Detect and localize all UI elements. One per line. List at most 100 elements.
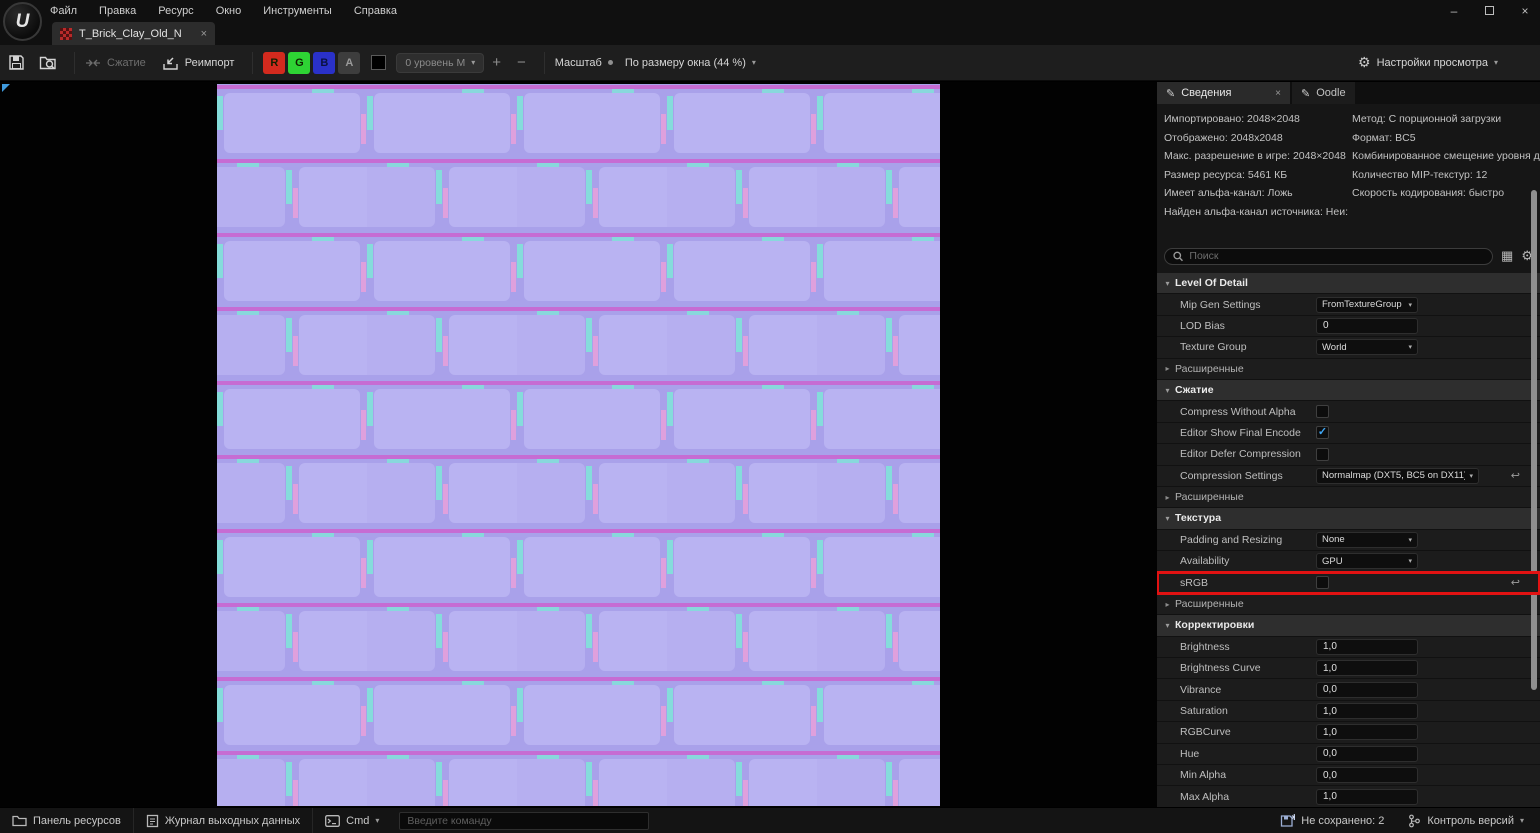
- advanced-row[interactable]: ▸Расширенные: [1157, 594, 1540, 615]
- view-settings-dropdown[interactable]: ⚙ Настройки просмотра ▾: [1358, 54, 1498, 71]
- search-box[interactable]: [1164, 248, 1493, 265]
- chevron-down-icon: ▾: [1160, 279, 1175, 288]
- advanced-label: Расширенные: [1175, 491, 1244, 503]
- unreal-logo-icon[interactable]: U: [3, 2, 42, 41]
- hue-input[interactable]: 0,0: [1316, 746, 1418, 762]
- rgbcurve-input[interactable]: 1,0: [1316, 724, 1418, 740]
- tab-close-icon[interactable]: ×: [201, 28, 207, 40]
- output-log-icon: [146, 814, 159, 828]
- compress-without-alpha-checkbox[interactable]: [1316, 405, 1329, 418]
- saturation-input[interactable]: 1,0: [1316, 703, 1418, 719]
- mip-minus-button[interactable]: −: [509, 54, 534, 71]
- save-button[interactable]: [0, 54, 32, 71]
- brightness-input[interactable]: 1,0: [1316, 639, 1418, 655]
- info-line: Имеет альфа-канал: Ложь: [1164, 184, 1352, 203]
- tab-oodle[interactable]: ✎ Oodle: [1292, 82, 1355, 104]
- category-level-of-detail[interactable]: ▾Level Of Detail: [1157, 273, 1540, 294]
- property-label: Compress Without Alpha: [1157, 406, 1316, 418]
- fit-dropdown[interactable]: По размеру окна (44 %) ▾: [625, 57, 756, 69]
- channel-b-button[interactable]: B: [313, 52, 335, 74]
- compress-button[interactable]: Сжатие: [85, 56, 146, 70]
- tab-details[interactable]: ✎ Сведения ×: [1157, 82, 1290, 104]
- advanced-row[interactable]: ▸Расширенные: [1157, 359, 1540, 380]
- property-row-srgb: sRGB↩: [1157, 572, 1540, 593]
- advanced-row[interactable]: ▸Расширенные: [1157, 487, 1540, 508]
- property-label: Editor Show Final Encode: [1157, 427, 1316, 439]
- mip-level-dropdown[interactable]: 0 уровень М ▾: [396, 53, 484, 73]
- texture-viewport[interactable]: [0, 82, 1157, 807]
- menu-item-row[interactable]: Окно: [216, 5, 242, 17]
- search-input[interactable]: [1189, 250, 1484, 262]
- channel-a-button[interactable]: A: [338, 52, 360, 74]
- srgb-reset-button[interactable]: ↩: [1511, 576, 1520, 589]
- menu-item-row[interactable]: Инструменты: [263, 5, 332, 17]
- menu-item-row[interactable]: Правка: [99, 5, 136, 17]
- channel-r-button[interactable]: R: [263, 52, 285, 74]
- chevron-right-icon: ▸: [1160, 493, 1175, 502]
- chevron-down-icon: ▾: [1494, 58, 1498, 67]
- output-log-button[interactable]: Журнал выходных данных: [134, 808, 313, 833]
- property-value: 1,0: [1316, 639, 1540, 655]
- menu-item-row[interactable]: Ресурс: [158, 5, 193, 17]
- property-value: ✓: [1316, 426, 1540, 439]
- padding-and-resizing-dropdown[interactable]: None▾: [1316, 532, 1418, 548]
- property-label: Vibrance: [1157, 684, 1316, 696]
- compression-settings-reset-button[interactable]: ↩: [1511, 469, 1520, 482]
- source-control-branch-icon: [1408, 814, 1421, 828]
- availability-dropdown[interactable]: GPU▾: [1316, 553, 1418, 569]
- category-row[interactable]: ▾Текстура: [1157, 508, 1540, 529]
- property-label: LOD Bias: [1157, 320, 1316, 332]
- chevron-right-icon: ▸: [1160, 364, 1175, 373]
- content-drawer-button[interactable]: Панель ресурсов: [0, 808, 134, 833]
- property-row-mip-gen-settings: Mip Gen SettingsFromTextureGroup▾: [1157, 294, 1540, 315]
- save-asterisk-icon: ✱: [1280, 814, 1295, 828]
- property-label: Editor Defer Compression: [1157, 448, 1316, 460]
- asset-tab[interactable]: T_Brick_Clay_Old_N ×: [52, 22, 215, 45]
- category-label: Сжатие: [1175, 384, 1214, 396]
- reimport-button[interactable]: Реимпорт: [162, 55, 235, 71]
- details-scrollbar[interactable]: [1531, 190, 1537, 690]
- property-row-availability: AvailabilityGPU▾: [1157, 551, 1540, 572]
- details-search-row: ▦ ⚙: [1164, 247, 1533, 265]
- channel-toggles: RGBA: [263, 52, 363, 74]
- zoom-slider-handle[interactable]: [608, 60, 613, 65]
- reimport-label: Реимпорт: [185, 57, 235, 69]
- menu-item-row[interactable]: Справка: [354, 5, 397, 17]
- cmd-dropdown[interactable]: Cmd ▾: [313, 808, 391, 833]
- tab-close-icon[interactable]: ×: [1275, 88, 1281, 99]
- menu-item-row[interactable]: Файл: [50, 5, 77, 17]
- vibrance-input[interactable]: 0,0: [1316, 682, 1418, 698]
- background-color-swatch[interactable]: [371, 55, 386, 70]
- dropdown-value: FromTextureGroup: [1322, 299, 1404, 310]
- zoom-label: Масштаб: [555, 57, 602, 69]
- browse-to-asset-button[interactable]: [32, 54, 64, 71]
- category-row[interactable]: ▾Сжатие: [1157, 380, 1540, 401]
- compression-settings-dropdown[interactable]: Normalmap (DXT5, BC5 on DX11)▾: [1316, 468, 1479, 484]
- brightness-curve-input[interactable]: 1,0: [1316, 660, 1418, 676]
- lod-bias-input[interactable]: 0: [1316, 318, 1418, 334]
- close-button[interactable]: ×: [1518, 4, 1532, 18]
- console-command-input[interactable]: [399, 812, 649, 830]
- mip-plus-button[interactable]: +: [484, 54, 509, 71]
- property-label: Padding and Resizing: [1157, 534, 1316, 546]
- editor-show-final-encode-checkbox[interactable]: ✓: [1316, 426, 1329, 439]
- property-value: [1316, 405, 1540, 418]
- property-value: [1316, 448, 1540, 461]
- source-control-dropdown[interactable]: Контроль версий ▾: [1396, 808, 1540, 833]
- editor-defer-compression-checkbox[interactable]: [1316, 448, 1329, 461]
- srgb-checkbox[interactable]: [1316, 576, 1329, 589]
- unsaved-changes-button[interactable]: ✱ Не сохранено: 2: [1268, 808, 1396, 833]
- normal-map-texture-preview[interactable]: [217, 84, 940, 806]
- category-row[interactable]: ▾Корректировки: [1157, 615, 1540, 636]
- mip-gen-settings-dropdown[interactable]: FromTextureGroup▾: [1316, 297, 1418, 313]
- property-value: GPU▾: [1316, 553, 1540, 569]
- max-alpha-input[interactable]: 1,0: [1316, 789, 1418, 805]
- minimize-button[interactable]: –: [1447, 4, 1461, 18]
- restore-button[interactable]: [1485, 6, 1494, 15]
- min-alpha-input[interactable]: 0,0: [1316, 767, 1418, 783]
- channel-g-button[interactable]: G: [288, 52, 310, 74]
- display-filter-icon[interactable]: ▦: [1501, 248, 1513, 264]
- compress-label: Сжатие: [107, 57, 146, 69]
- property-value: 1,0: [1316, 660, 1540, 676]
- texture-group-dropdown[interactable]: World▾: [1316, 339, 1418, 355]
